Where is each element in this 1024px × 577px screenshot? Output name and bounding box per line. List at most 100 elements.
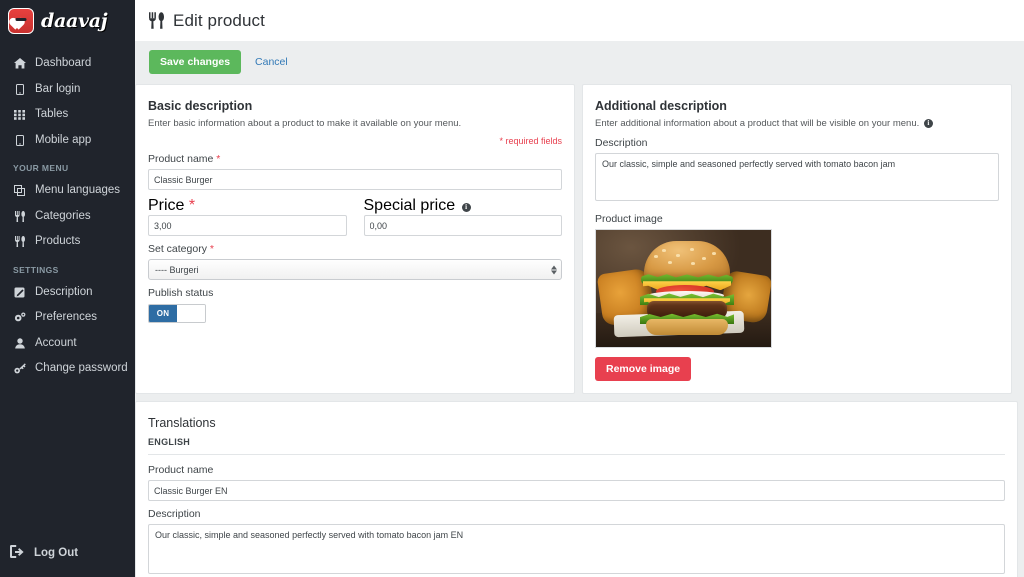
category-label: Set category * <box>148 243 214 256</box>
sidebar-item-tables[interactable]: Tables <box>0 102 135 128</box>
special-price-input[interactable] <box>363 215 562 237</box>
main-content: Edit product Save changes Cancel Basic d… <box>135 0 1024 577</box>
sidebar-item-label: Description <box>35 285 93 298</box>
translation-product-name-label: Product name <box>148 464 214 477</box>
sidebar-item-label: Dashboard <box>35 57 92 69</box>
cutlery-icon <box>13 210 26 222</box>
toggle-knob <box>177 305 205 323</box>
additional-description-card: Additional description Enter additional … <box>582 84 1012 395</box>
sidebar-item-preferences[interactable]: Preferences <box>0 305 135 331</box>
basic-description-card: Basic description Enter basic informatio… <box>135 84 575 395</box>
product-name-field: Product name * <box>148 153 562 191</box>
brand-name: daavaj <box>41 9 108 32</box>
price-field: Price * <box>148 197 347 237</box>
translation-description-label: Description <box>148 508 201 521</box>
heart-diamond-logo-icon <box>8 7 34 34</box>
key-icon <box>13 363 26 374</box>
app-root: daavaj Dashboard Bar login Tables Mobile… <box>0 0 1024 577</box>
product-name-input[interactable] <box>148 169 562 191</box>
product-image-label: Product image <box>595 213 663 226</box>
basic-description-subtitle: Enter basic information about a product … <box>148 118 462 129</box>
sign-out-icon <box>10 545 25 561</box>
logout-button[interactable]: Log Out <box>0 535 135 577</box>
sidebar-section-your-menu: YOUR MENU <box>13 163 69 173</box>
sidebar-item-bar-login[interactable]: Bar login <box>0 77 135 103</box>
chevron-updown-icon <box>551 265 557 275</box>
sidebar-item-products[interactable]: Products <box>0 229 135 255</box>
sidebar-item-dashboard[interactable]: Dashboard <box>0 51 135 77</box>
translations-heading: Translations <box>148 416 216 431</box>
sidebar-item-label: Change password <box>35 362 128 374</box>
publish-status-toggle[interactable]: ON <box>148 304 206 324</box>
sidebar-item-label: Account <box>35 336 77 349</box>
cards-row: Basic description Enter basic informatio… <box>135 84 1024 395</box>
special-price-field: Special price i <box>363 197 562 237</box>
required-star: * <box>209 243 214 256</box>
sidebar-section-settings: SETTINGS <box>13 264 59 275</box>
product-image-field: Product image Remove image <box>595 213 999 382</box>
sidebar: daavaj Dashboard Bar login Tables Mobile… <box>0 0 135 577</box>
info-icon[interactable]: i <box>923 119 933 128</box>
translation-product-name-input[interactable] <box>148 480 1005 502</box>
grid-icon <box>13 109 26 121</box>
price-row: Price * Special price i <box>148 197 562 237</box>
description-field: Description <box>595 137 999 206</box>
sidebar-item-label: Tables <box>35 108 69 120</box>
sidebar-item-label: Menu languages <box>35 184 121 196</box>
cutlery-icon <box>13 236 26 248</box>
required-star: * <box>188 197 196 215</box>
publish-status-field: Publish status ON <box>148 287 562 324</box>
toggle-on-label: ON <box>149 305 177 323</box>
home-icon <box>13 58 26 69</box>
price-input[interactable] <box>148 215 347 237</box>
additional-description-subtitle: Enter additional information about a pro… <box>595 117 999 130</box>
sidebar-item-account[interactable]: Account <box>0 331 135 357</box>
category-select[interactable]: ---- Burgeri <box>148 259 562 281</box>
action-bar: Save changes Cancel <box>135 41 1024 84</box>
info-icon[interactable]: i <box>461 203 471 213</box>
special-price-label: Special price i <box>364 197 471 214</box>
sidebar-item-description[interactable]: Description <box>0 280 135 306</box>
category-field: Set category * ---- Burgeri <box>148 243 562 281</box>
category-select-wrapper: ---- Burgeri <box>148 259 562 281</box>
sidebar-item-menu-languages[interactable]: Menu languages <box>0 178 135 204</box>
sidebar-item-label: Mobile app <box>35 133 92 146</box>
translation-description-field: Description <box>148 508 1005 577</box>
price-label: Price * <box>148 197 196 215</box>
tab-english[interactable]: ENGLISH <box>148 437 1005 456</box>
logout-label: Log Out <box>34 547 79 559</box>
required-fields-note: * required fields <box>499 136 562 147</box>
page-title: Edit product <box>173 10 265 30</box>
translation-product-name-field: Product name <box>148 464 1005 502</box>
sidebar-item-change-password[interactable]: Change password <box>0 356 135 382</box>
product-image-preview <box>595 229 772 349</box>
product-name-label: Product name * <box>148 153 221 166</box>
brand[interactable]: daavaj <box>0 0 135 41</box>
mobile-icon <box>13 134 26 146</box>
gears-icon <box>13 312 26 323</box>
sidebar-item-label: Products <box>35 235 81 247</box>
sidebar-item-mobile-app[interactable]: Mobile app <box>0 128 135 154</box>
publish-status-label: Publish status <box>148 287 214 300</box>
save-changes-button[interactable]: Save changes <box>149 50 242 74</box>
category-selected-value: ---- Burgeri <box>155 264 199 275</box>
user-icon <box>13 338 26 349</box>
top-bar: Edit product <box>135 0 1024 41</box>
translation-description-textarea[interactable] <box>148 524 1005 575</box>
cancel-button[interactable]: Cancel <box>255 56 288 68</box>
required-star: * <box>216 153 221 166</box>
sidebar-nav: Dashboard Bar login Tables Mobile app YO… <box>0 41 135 535</box>
sidebar-item-categories[interactable]: Categories <box>0 204 135 230</box>
tablet-icon <box>13 83 26 95</box>
description-label: Description <box>595 137 648 150</box>
cutlery-icon <box>149 12 164 29</box>
remove-image-button[interactable]: Remove image <box>595 357 692 382</box>
basic-description-heading: Basic description <box>148 99 253 113</box>
sidebar-item-label: Bar login <box>35 82 81 95</box>
description-textarea[interactable] <box>595 153 999 202</box>
sidebar-item-label: Categories <box>35 209 91 222</box>
language-icon <box>13 185 26 197</box>
additional-description-heading: Additional description <box>595 99 727 113</box>
edit-icon <box>13 287 26 298</box>
sidebar-item-label: Preferences <box>35 311 98 323</box>
